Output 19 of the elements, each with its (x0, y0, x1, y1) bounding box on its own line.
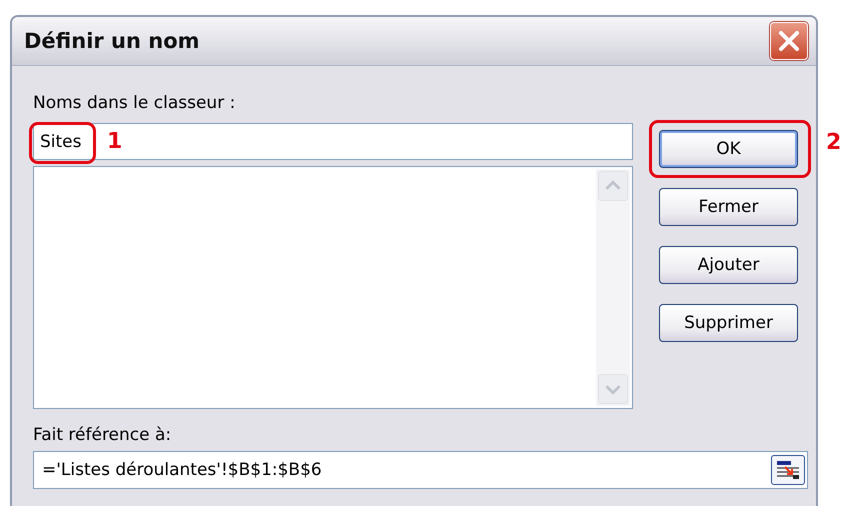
field-label: Noms dans le classeur : (33, 93, 236, 115)
dialog-button[interactable]: Ajouter (659, 246, 798, 284)
reference-field[interactable]: ='Listes déroulantes'!$B$1:$B$6 (33, 451, 808, 489)
highlight-frame (29, 122, 96, 164)
scrollbar[interactable] (596, 169, 630, 406)
dialog-button[interactable]: Supprimer (659, 304, 798, 342)
scroll-up-icon[interactable] (598, 171, 628, 201)
close-button[interactable] (770, 22, 808, 60)
dialog-button[interactable]: Fermer (659, 188, 798, 226)
field-label: Fait référence à: (33, 425, 172, 445)
scroll-down-icon[interactable] (598, 374, 628, 404)
callout-number: 2 (826, 130, 841, 155)
range-picker-button[interactable] (771, 455, 805, 485)
range-select-icon (775, 459, 801, 481)
window-title: Définir un nom (24, 29, 200, 53)
dialog-button[interactable]: OK (659, 130, 798, 168)
names-list[interactable] (33, 166, 633, 409)
close-icon (777, 29, 801, 53)
callout-number: 1 (107, 129, 122, 154)
